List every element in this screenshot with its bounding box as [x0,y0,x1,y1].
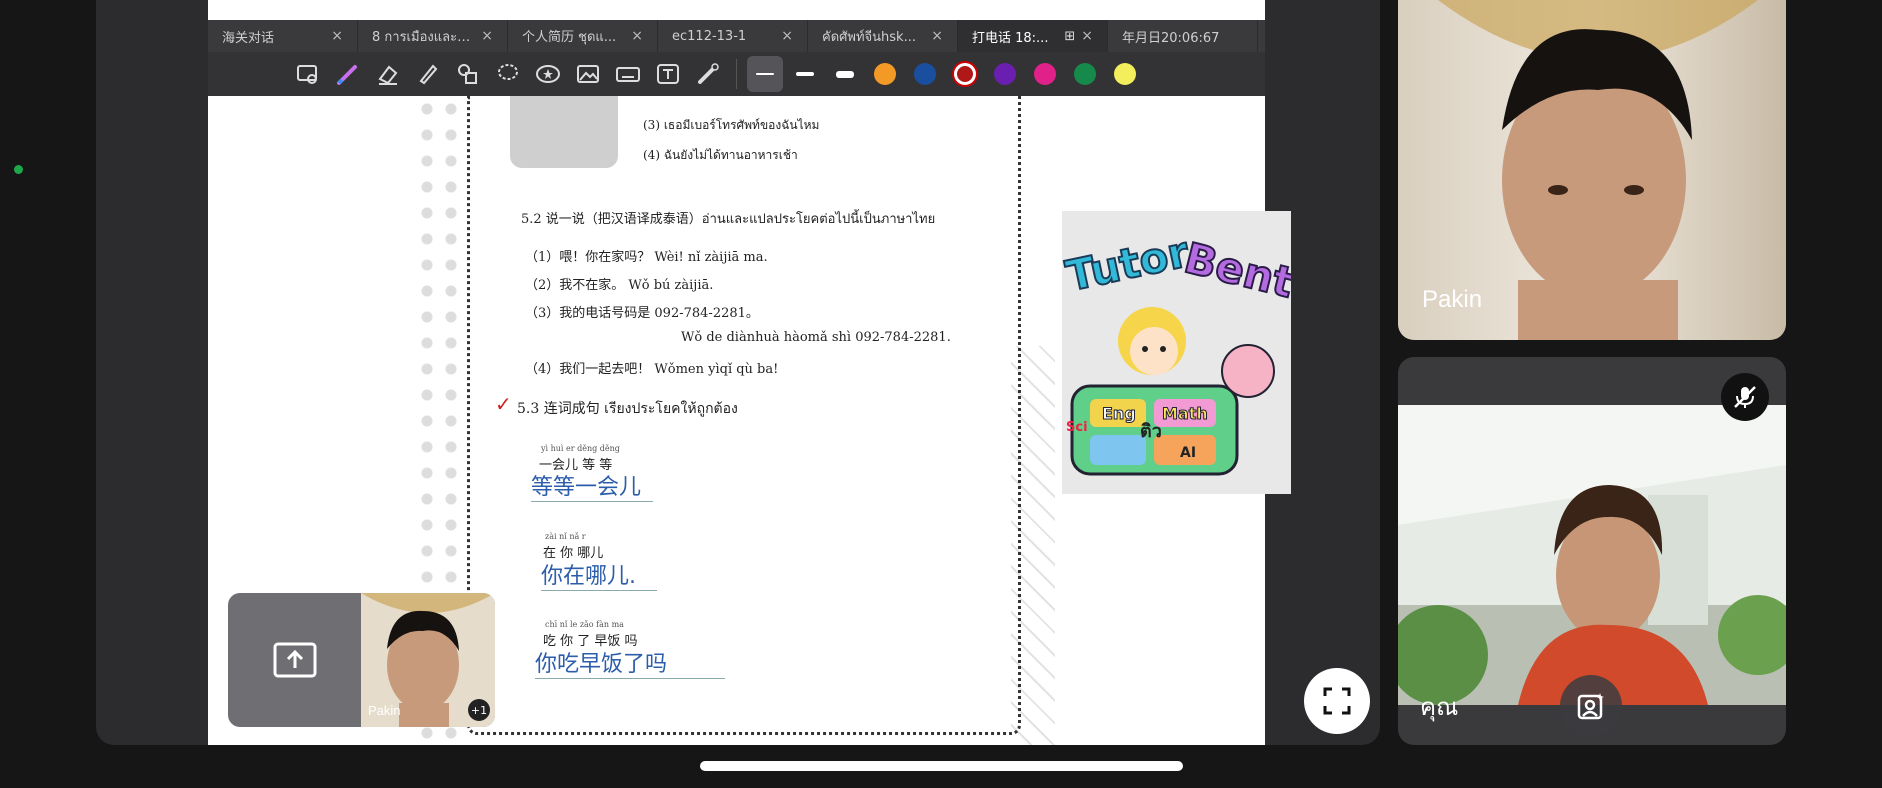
participant-tile-pakin[interactable]: Pakin [1398,0,1786,340]
worksheet-page: (3) เธอมีเบอร์โทรศัพท์ของฉันไหม (4) ฉันย… [415,96,1055,745]
fullscreen-icon [1323,687,1351,715]
tab-label: 年月日20:06:67 [1122,30,1220,46]
dialog-line-1: （1）喂！你在家吗？ Wèi! nǐ zàijiā ma. [525,250,768,265]
self-view-pip[interactable]: Pakin +1 [228,593,495,727]
close-tab-icon[interactable]: × [1081,28,1093,44]
share-screen-icon [273,642,316,678]
dialog-line-4: （4）我们一起去吧！ Wǒmen yìqǐ qù ba! [525,362,779,377]
close-tab-icon[interactable]: × [481,28,493,44]
color-swatch-3[interactable] [954,63,976,85]
color-palette [865,63,1145,85]
q2-handwritten-answer: 你在哪儿. [541,558,657,591]
tutor-label-math: Math [1162,404,1208,423]
pen-icon[interactable] [328,54,368,94]
q1-pinyin: yì huì er děng děng [541,444,620,453]
tab-2[interactable]: 8 การเมืองและก... × [358,20,508,52]
q2-pinyin: zài nǐ nǎ r [545,532,586,541]
stroke-thin-button[interactable] [747,56,783,92]
tab-3[interactable]: 个人简历 ชุดแ... × [508,20,658,52]
lasso-icon[interactable] [488,54,528,94]
q1-handwritten-answer: 等等一会儿 [531,469,653,502]
color-swatch-5[interactable] [1034,63,1056,85]
thai-line-4: (4) ฉันยังไม่ได้ทานอาหารเช้า [643,148,798,162]
more-participants-count: +1 [470,703,488,717]
q3-handwritten-answer: 你吃早饭了吗 [535,646,725,679]
pip-participant-name: Pakin [368,703,401,718]
home-indicator[interactable] [700,761,1183,771]
close-tab-icon[interactable]: × [781,28,793,44]
dialog-line-2: （2）我不在家。 Wǒ bú zàijiā. [525,278,714,293]
fullscreen-button[interactable] [1304,668,1370,734]
toolbar-divider [736,59,737,89]
color-swatch-6[interactable] [1074,63,1096,85]
portrait-effects-icon [1577,693,1604,720]
tutor-label-tiw: ติว [1140,421,1162,442]
color-swatch-7[interactable] [1114,63,1136,85]
split-view-icon[interactable]: ⊞ [1064,29,1075,44]
tab-label: ec112-13-1 [672,28,747,44]
image-icon[interactable] [568,54,608,94]
status-indicator-dot [14,165,23,174]
participant-name-self: คุณ [1420,694,1459,721]
close-tab-icon[interactable]: × [931,28,943,44]
color-swatch-2[interactable] [914,63,936,85]
self-video-feed [1398,405,1786,705]
laser-icon[interactable] [688,54,728,94]
tab-4[interactable]: ec112-13-1 × [658,20,808,52]
textbox-icon[interactable] [648,54,688,94]
red-check-mark: ✓ [495,392,512,416]
tab-5[interactable]: คัดศัพท์จีนhsk... × [808,20,958,52]
tutor-label-sci: Sci [1066,420,1088,435]
tutor-label-eng: Eng [1102,404,1136,423]
participant-tile-self[interactable]: คุณ [1398,357,1786,745]
shapes-icon[interactable] [448,54,488,94]
participant-name-pakin: Pakin [1422,286,1483,313]
stroke-medium-button[interactable] [787,56,823,92]
zoom-image-icon[interactable] [288,54,328,94]
document-tab-bar: 海关对话 × 8 การเมืองและก... × 个人简历 ชุดแ... × ec11… [208,20,1265,52]
camera-effects-button[interactable] [1560,675,1622,737]
tab-label: 8 การเมืองและก... [372,29,476,45]
more-participants-badge[interactable]: +1 [468,699,490,721]
color-swatch-1[interactable] [874,63,896,85]
tab-label: 打电话 18:... [972,30,1049,46]
share-screen-button[interactable] [228,593,361,727]
dialog-line-3-pinyin: Wǒ de diànhuà hàomǎ shì 092-784-2281. [681,330,951,345]
dialog-line-3: （3）我的电话号码是 092-784-2281。 [525,306,759,321]
close-tab-icon[interactable]: × [331,28,343,44]
section-5-3-title: 5.3 连词成句 เรียงประโยคให้ถูกต้อง [517,401,738,417]
eraser-icon[interactable] [368,54,408,94]
tab-label: 海关对话 [222,30,275,46]
annotation-toolbar [208,52,1265,96]
stroke-thick-button[interactable] [827,56,863,92]
section-5-2-title: 5.2 说一说（把汉语译成泰语）อ่านและแปลประโยคต่อไปนี้… [521,212,936,227]
tutor-bento-logo: Tutor Bento Eng Math Sci ติว AI [1062,211,1291,494]
tab-7[interactable]: 年月日20:06:67 [1108,20,1258,52]
keyboard-icon[interactable] [608,54,648,94]
tab-1[interactable]: 海关对话 × [208,20,358,52]
tab-label: คัดศัพท์จีนhsk... [822,29,916,45]
mic-off-icon [1734,386,1756,408]
phone-illustration [510,96,618,168]
q3-pinyin: chī nǐ le zǎo fàn ma [545,620,624,629]
tab-6[interactable]: 打电话 18:... ⊞ × [958,20,1108,52]
highlighter-icon[interactable] [408,54,448,94]
tab-label: 个人简历 ชุดแ... [522,29,617,45]
sticker-icon[interactable] [528,54,568,94]
mic-muted-button[interactable] [1721,373,1769,421]
color-swatch-4[interactable] [994,63,1016,85]
close-tab-icon[interactable]: × [631,28,643,44]
thai-line-3: (3) เธอมีเบอร์โทรศัพท์ของฉันไหม [643,118,820,132]
tutor-label-ai: AI [1180,445,1196,461]
